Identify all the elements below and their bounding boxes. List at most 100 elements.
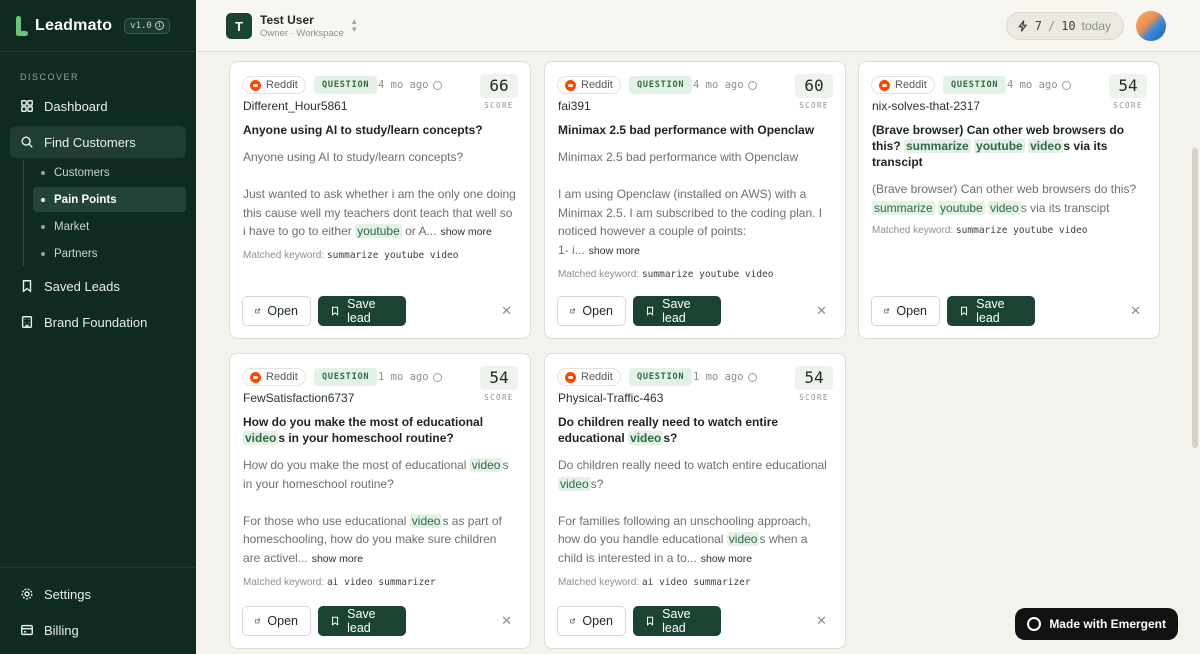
sidebar-item-label: Brand Foundation <box>44 314 148 330</box>
score-box: 54 SCORE <box>1109 74 1147 110</box>
post-paragraph: For those who use educational video s as … <box>243 512 517 569</box>
post-body: How do you make the most of educational … <box>230 446 530 569</box>
show-more-link[interactable]: show more <box>589 245 640 257</box>
keyword-highlight: video <box>558 476 591 491</box>
info-icon[interactable] <box>432 372 442 382</box>
bullet-icon <box>41 224 45 229</box>
sidebar-subitem-customers[interactable]: Customers <box>33 160 186 185</box>
sidebar-item-saved-leads[interactable]: Saved Leads <box>10 270 186 302</box>
user-avatar[interactable] <box>1136 11 1166 41</box>
sidebar-item-dashboard[interactable]: Dashboard <box>10 90 186 122</box>
open-button[interactable]: Open <box>871 296 940 326</box>
save-lead-button[interactable]: Save lead <box>318 606 406 636</box>
text: How do you make the most of educational <box>243 415 484 429</box>
keyword-highlight: youtube <box>974 139 1025 153</box>
keyword-highlight: video <box>1028 139 1064 153</box>
source-badge: Reddit <box>242 368 306 386</box>
type-tag: QUESTION <box>629 76 693 94</box>
close-icon[interactable]: ✕ <box>816 613 827 629</box>
score-label: SCORE <box>799 101 829 110</box>
source-label: Reddit <box>895 79 927 91</box>
credits-indicator[interactable]: 7 / 10 today <box>1005 12 1124 40</box>
close-icon[interactable]: ✕ <box>816 303 827 319</box>
matched-keyword-label: Matched keyword: <box>558 268 640 280</box>
keyword-highlight: video <box>988 200 1021 215</box>
info-icon[interactable] <box>747 372 757 382</box>
brand[interactable]: Leadmato v1.0 i <box>0 0 196 52</box>
credits-used: 7 <box>1034 19 1042 33</box>
sidebar-item-brand-foundation[interactable]: Brand Foundation <box>10 306 186 338</box>
info-icon[interactable] <box>747 80 757 90</box>
close-icon[interactable]: ✕ <box>501 303 512 319</box>
reddit-icon <box>250 79 261 91</box>
matched-keyword-label: Matched keyword: <box>872 225 954 237</box>
close-icon[interactable]: ✕ <box>501 613 512 629</box>
save-lead-button[interactable]: Save lead <box>633 606 721 636</box>
made-with-emergent-badge[interactable]: Made with Emergent <box>1015 608 1178 640</box>
top-header: T Test User Owner · Workspace ▴ ▾ 7 / 10 … <box>196 0 1200 52</box>
post-author[interactable]: nix-solves-that-2317 <box>872 99 980 113</box>
post-age-label: 4 mo ago <box>1007 79 1058 91</box>
keyword-highlight: youtube <box>938 200 985 215</box>
show-more-link[interactable]: show more <box>440 226 491 238</box>
source-label: Reddit <box>266 79 298 91</box>
show-more-link[interactable]: show more <box>701 553 752 565</box>
sidebar-item-label: Billing <box>44 622 79 638</box>
sidebar-subitem-pain-points[interactable]: Pain Points <box>33 187 186 212</box>
score-label: SCORE <box>799 393 829 402</box>
save-lead-button[interactable]: Save lead <box>947 296 1035 326</box>
source-label: Reddit <box>266 371 298 383</box>
post-author[interactable]: FewSatisfaction6737 <box>243 391 354 405</box>
info-icon[interactable] <box>1061 80 1071 90</box>
version-badge[interactable]: v1.0 i <box>124 17 170 34</box>
sidebar-item-find-customers[interactable]: Find Customers <box>10 126 186 158</box>
post-age-label: 1 mo ago <box>378 371 429 383</box>
score-label: SCORE <box>484 101 514 110</box>
save-lead-label: Save lead <box>662 297 691 325</box>
pain-points-feed: Reddit QUESTION 4 mo ago 66 SCORE Differe… <box>196 52 1188 654</box>
save-lead-button[interactable]: Save lead <box>318 296 406 326</box>
external-link-icon <box>255 308 261 314</box>
lead-card: Reddit QUESTION 4 mo ago 66 SCORE Differe… <box>229 61 531 339</box>
open-button[interactable]: Open <box>242 296 311 326</box>
keyword-highlight: youtube <box>355 224 402 239</box>
post-paragraph: (Brave browser) Can other web browsers d… <box>872 180 1146 217</box>
score-value: 66 <box>480 74 518 98</box>
sidebar-item-billing[interactable]: Billing <box>10 614 186 646</box>
workspace-user-name[interactable]: Test User <box>260 13 314 27</box>
bullet-icon <box>41 170 45 175</box>
scrollbar[interactable] <box>1192 148 1198 448</box>
sidebar-item-settings[interactable]: Settings <box>10 578 186 610</box>
show-more-link[interactable]: show more <box>312 553 363 565</box>
sidebar-subitem-market[interactable]: Market <box>33 214 186 239</box>
save-lead-button[interactable]: Save lead <box>633 296 721 326</box>
open-button[interactable]: Open <box>557 606 626 636</box>
score-box: 66 SCORE <box>480 74 518 110</box>
text: For those who use educational <box>243 513 410 528</box>
post-title: Anyone using AI to study/learn concepts? <box>243 123 483 137</box>
external-link-icon <box>570 618 576 624</box>
sidebar-item-label: Dashboard <box>44 98 108 114</box>
post-body: Do children really need to watch entire … <box>545 446 845 569</box>
keyword-highlight: summarize <box>872 200 935 215</box>
info-icon: i <box>154 21 164 30</box>
chevron-up-down-icon[interactable]: ▴ ▾ <box>352 17 357 34</box>
post-author[interactable]: Different_Hour5861 <box>243 99 348 113</box>
source-label: Reddit <box>581 371 613 383</box>
keyword-highlight: video <box>628 431 664 445</box>
score-value: 54 <box>1109 74 1147 98</box>
leadmato-logo-icon <box>16 15 28 36</box>
close-icon[interactable]: ✕ <box>1130 303 1141 319</box>
post-author[interactable]: fai391 <box>558 99 591 113</box>
open-button[interactable]: Open <box>242 606 311 636</box>
text: How do you make the most of educational <box>243 458 470 472</box>
post-author[interactable]: Physical-Traffic-463 <box>558 391 663 405</box>
sidebar-subitem-partners[interactable]: Partners <box>33 241 186 266</box>
open-button[interactable]: Open <box>557 296 626 326</box>
post-title: How do you make the most of educational … <box>230 412 530 446</box>
credits-total: 10 <box>1061 19 1076 33</box>
matched-keyword: Matched keyword: summarize youtube video <box>859 217 1159 236</box>
workspace-avatar[interactable]: T <box>226 13 252 39</box>
info-icon[interactable] <box>432 80 442 90</box>
text: or A... <box>401 224 437 239</box>
